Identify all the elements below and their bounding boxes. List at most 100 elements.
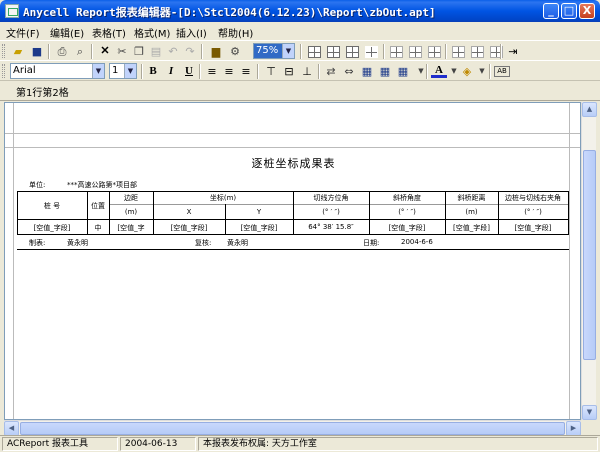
align-right-icon[interactable]: ≡ — [238, 64, 254, 79]
maker-value: 黄永明 — [67, 239, 88, 247]
menu-table[interactable]: 表格(T) — [92, 25, 126, 40]
font-color-button[interactable]: A — [431, 64, 447, 78]
header-edge-angle: 边桩与切线右夹角 — [505, 194, 561, 202]
chevron-down-icon[interactable]: ▼ — [124, 64, 136, 78]
cell-pile[interactable]: [空值_字段] — [17, 223, 87, 233]
cell-position[interactable]: 中 — [87, 223, 109, 233]
menu-file[interactable]: 文件(F) — [6, 25, 40, 40]
header-y: Y — [256, 208, 262, 216]
chevron-down-icon[interactable]: ▼ — [474, 64, 490, 79]
undo-icon[interactable]: ↶ — [165, 44, 181, 59]
cell-tangent[interactable]: 64° 38′ 15.8″ — [293, 223, 369, 231]
bold-button[interactable]: B — [145, 64, 161, 79]
scroll-down-icon[interactable]: ▼ — [582, 405, 597, 420]
menu-edit[interactable]: 编辑(E) — [50, 25, 84, 40]
page-margin-line — [569, 103, 570, 419]
cell-skew-angle[interactable]: [空值_字段] — [369, 223, 445, 233]
app-icon — [5, 4, 19, 18]
align-left-icon[interactable]: ≡ — [204, 64, 220, 79]
cell-x[interactable]: [空值_字段] — [153, 223, 225, 233]
insert-row-icon[interactable] — [452, 46, 465, 58]
border-style-icon[interactable]: ▦ — [395, 64, 411, 79]
menu-help[interactable]: 帮助(H) — [218, 25, 253, 40]
cell-offset[interactable]: [空值_字 — [109, 223, 153, 233]
italic-button[interactable]: I — [163, 64, 179, 79]
copy-icon[interactable]: ❐ — [131, 44, 147, 59]
chevron-down-icon[interactable]: ▼ — [282, 44, 294, 58]
borders-icon[interactable] — [365, 46, 378, 58]
scroll-right-icon[interactable]: ▶ — [566, 421, 581, 436]
underline-button[interactable]: U — [181, 64, 197, 79]
valign-bottom-icon[interactable]: ⊥ — [299, 64, 315, 79]
header-x: X — [186, 208, 192, 216]
paste-icon[interactable]: ▤ — [148, 44, 164, 59]
toolbar-grip[interactable] — [2, 44, 5, 58]
text-case-button[interactable]: AB — [494, 66, 510, 77]
shrink-text-icon[interactable]: ⇔ — [341, 64, 357, 79]
maximize-button[interactable]: □ — [561, 3, 577, 19]
cut-icon[interactable]: ✂ — [114, 44, 130, 59]
exit-icon[interactable]: ⇥ — [505, 44, 521, 59]
report-title: 逐桩坐标成果表 — [251, 157, 336, 170]
header-coordinate: 坐标(m) — [209, 194, 237, 202]
checker-value: 黄永明 — [227, 239, 248, 247]
report-canvas[interactable]: 逐桩坐标成果表 单位: ***高速公路第*项目部 桩 号 位置 边距 (m) 坐… — [4, 102, 581, 420]
horizontal-scroll-thumb[interactable] — [20, 422, 565, 435]
status-date: 2004-06-13 — [120, 437, 196, 451]
header-tangent-unit: (° ′ ″) — [322, 208, 340, 216]
wrap-text-icon[interactable]: ⇄ — [323, 64, 339, 79]
toolbar-separator — [445, 44, 447, 59]
print-preview-icon[interactable]: ⌕ — [72, 44, 88, 59]
header-distance-unit: (m) — [465, 208, 478, 216]
split-grid-icon[interactable] — [346, 46, 359, 58]
vertical-scrollbar[interactable]: ▲ ▼ — [581, 102, 597, 420]
font-value: Arial — [13, 65, 36, 76]
maker-label: 制表: — [29, 239, 46, 247]
settings-icon[interactable]: ⚙ — [227, 44, 243, 59]
menu-insert[interactable]: 插入(I) — [176, 25, 207, 40]
status-copyright: 本报表发布权属: 天方工作室 — [198, 437, 598, 451]
close-button[interactable]: X — [579, 3, 595, 19]
insert-column-icon[interactable] — [471, 46, 484, 58]
font-size-select[interactable]: 1 ▼ — [109, 63, 137, 79]
zoom-select[interactable]: 75% ▼ — [253, 43, 295, 59]
table-style-icon[interactable]: ▦ — [377, 64, 393, 79]
scroll-up-icon[interactable]: ▲ — [582, 102, 597, 117]
vertical-scroll-thumb[interactable] — [583, 150, 596, 360]
fill-color-icon[interactable]: ◈ — [459, 64, 475, 79]
scroll-left-icon[interactable]: ◀ — [4, 421, 19, 436]
cell-y[interactable]: [空值_字段] — [225, 223, 293, 233]
footer-line — [17, 249, 569, 250]
delete-icon[interactable]: ✕ — [97, 44, 113, 59]
cell-style-icon[interactable]: ▦ — [359, 64, 375, 79]
horizontal-scrollbar[interactable]: ◀ ▶ — [4, 420, 581, 436]
redo-icon[interactable]: ↷ — [182, 44, 198, 59]
title-bar[interactable]: Anycell Report报表编辑器-[D:\Stcl2004(6.12.23… — [0, 0, 600, 22]
insert-grid-icon[interactable] — [327, 46, 340, 58]
toolbar-separator — [489, 64, 491, 79]
toolbar-separator — [383, 44, 385, 59]
chart-icon[interactable]: ▆ — [208, 44, 224, 59]
page-margin-line — [13, 103, 14, 419]
cell-skew-distance[interactable]: [空值_字段] — [445, 223, 498, 233]
chevron-down-icon[interactable]: ▼ — [92, 64, 104, 78]
table-grid-icon[interactable] — [308, 46, 321, 58]
print-icon[interactable]: ⎙ — [54, 44, 70, 59]
toolbar-grip[interactable] — [2, 64, 5, 78]
header-offset-unit: (m) — [124, 208, 138, 216]
split-cells-icon[interactable] — [409, 46, 422, 58]
menu-format[interactable]: 格式(M) — [134, 25, 170, 40]
zoom-value: 75% — [256, 45, 279, 56]
align-center-icon[interactable]: ≡ — [221, 64, 237, 79]
merge-cells-icon[interactable] — [390, 46, 403, 58]
minimize-button[interactable]: _ — [543, 3, 559, 19]
coordinate-table[interactable]: 桩 号 位置 边距 (m) 坐标(m) X Y 切线方位角 (° ′ ″) 斜桥… — [17, 191, 569, 235]
valign-middle-icon[interactable]: ⊟ — [281, 64, 297, 79]
valign-top-icon[interactable]: ⊤ — [263, 64, 279, 79]
cell-format-icon[interactable] — [428, 46, 441, 58]
save-icon[interactable]: ■ — [29, 44, 45, 59]
open-icon[interactable]: ▰ — [10, 44, 26, 59]
font-select[interactable]: Arial ▼ — [10, 63, 105, 79]
date-label: 日期: — [363, 239, 380, 247]
cell-edge-angle[interactable]: [空值_字段] — [498, 223, 568, 233]
